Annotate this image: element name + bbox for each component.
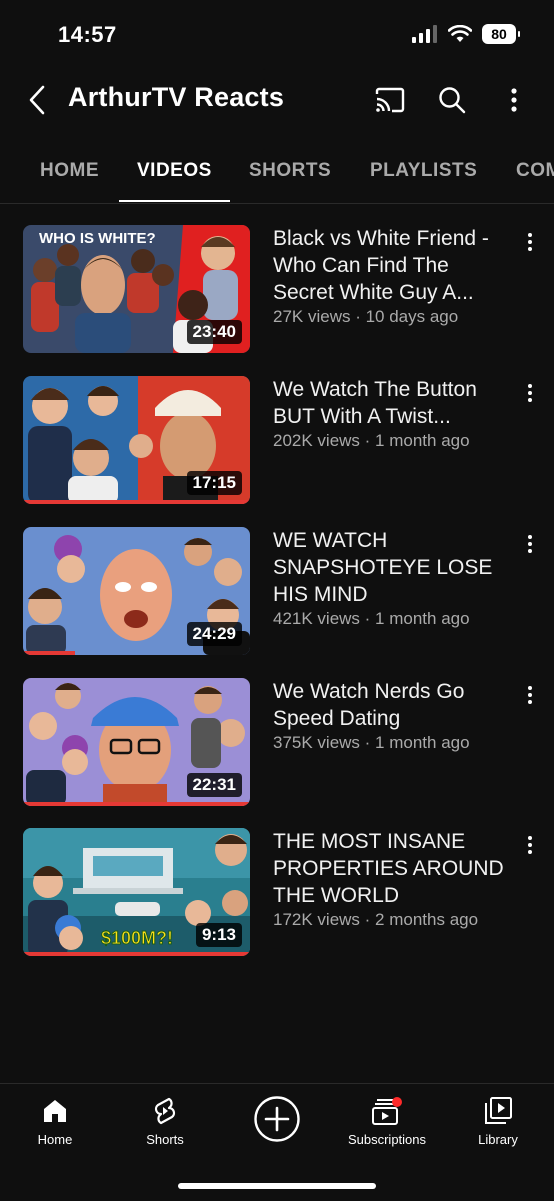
video-meta: 202K views · 1 month ago — [273, 431, 470, 450]
video-duration: 9:13 — [195, 923, 242, 947]
tab-playlists[interactable]: PLAYLISTS — [370, 145, 477, 202]
subscriptions-icon — [372, 1097, 402, 1125]
video-meta: 375K views · 1 month ago — [273, 733, 470, 752]
video-duration: 23:40 — [186, 320, 242, 344]
chevron-left-icon — [29, 85, 45, 115]
nav-label: Shorts — [146, 1132, 184, 1147]
video-duration: 24:29 — [186, 622, 242, 646]
wifi-icon — [448, 25, 472, 42]
library-icon — [485, 1097, 512, 1124]
video-duration: 22:31 — [186, 773, 242, 797]
watch-progress-bar — [23, 500, 250, 504]
video-more-button[interactable] — [520, 832, 540, 858]
watch-progress-bar — [23, 952, 250, 956]
video-item[interactable]: WHO IS WHITE? 23:40 Black vs White Frien… — [0, 225, 554, 353]
nav-label: Library — [478, 1132, 518, 1147]
video-meta: 172K views · 2 months ago — [273, 910, 479, 929]
video-more-button[interactable] — [520, 682, 540, 708]
video-title: We Watch The Button BUT With A Twist... — [273, 378, 477, 428]
video-title: Black vs White Friend - Who Can Find The… — [273, 227, 489, 304]
watch-progress-bar — [23, 802, 250, 806]
tab-shorts[interactable]: SHORTS — [249, 145, 331, 202]
cast-button[interactable] — [370, 80, 410, 120]
create-icon — [254, 1096, 300, 1142]
nav-shorts[interactable]: Shorts — [115, 1094, 215, 1147]
nav-create[interactable] — [227, 1094, 327, 1144]
more-vert-icon — [511, 88, 517, 112]
home-indicator — [178, 1183, 376, 1189]
status-time: 14:57 — [58, 22, 117, 47]
video-thumbnail[interactable]: WHO IS WHITE? 23:40 — [23, 225, 250, 353]
video-item[interactable]: 22:31 We Watch Nerds Go Speed Dating 375… — [0, 678, 554, 806]
video-duration: 17:15 — [186, 471, 242, 495]
thumbnail-caption: $100M?! — [101, 928, 173, 948]
shorts-icon — [154, 1097, 176, 1125]
nav-home[interactable]: Home — [5, 1094, 105, 1147]
cast-icon — [375, 87, 405, 113]
video-more-button[interactable] — [520, 229, 540, 255]
channel-tabs: HOME VIDEOS SHORTS PLAYLISTS COM — [0, 145, 554, 204]
nav-subscriptions[interactable]: Subscriptions — [337, 1094, 437, 1147]
video-text[interactable]: Black vs White Friend - Who Can Find The… — [273, 225, 513, 327]
tab-home[interactable]: HOME — [40, 145, 99, 202]
nav-label: Subscriptions — [347, 1132, 427, 1147]
signal-icon — [412, 25, 437, 43]
video-thumbnail[interactable]: $100M?! 9:13 — [23, 828, 250, 956]
video-meta: 27K views · 10 days ago — [273, 307, 459, 326]
back-button[interactable] — [22, 82, 52, 118]
search-icon — [439, 87, 466, 114]
video-item[interactable]: $100M?! 9:13 THE MOST INSANE PROPERTIES … — [0, 828, 554, 956]
status-bar: 14:57 80 — [0, 0, 554, 70]
video-text[interactable]: We Watch The Button BUT With A Twist... … — [273, 376, 513, 451]
search-button[interactable] — [432, 80, 472, 120]
battery-icon: 80 — [482, 24, 520, 44]
video-title: THE MOST INSANE PROPERTIES AROUND THE WO… — [273, 830, 504, 907]
video-meta: 421K views · 1 month ago — [273, 609, 470, 628]
nav-label: Home — [37, 1132, 73, 1147]
thumbnail-caption: WHO IS WHITE? — [39, 230, 156, 247]
more-options-button[interactable] — [494, 80, 534, 120]
bottom-nav: Home Shorts Subscriptions Library — [0, 1083, 554, 1201]
video-thumbnail[interactable]: 22:31 — [23, 678, 250, 806]
video-text[interactable]: WE WATCH SNAPSHOTEYE LOSE HIS MIND 421K … — [273, 527, 513, 629]
watch-progress-bar — [23, 651, 76, 655]
video-thumbnail[interactable]: 17:15 — [23, 376, 250, 504]
home-icon — [44, 1100, 66, 1122]
nav-library[interactable]: Library — [448, 1094, 548, 1147]
video-item[interactable]: 17:15 We Watch The Button BUT With A Twi… — [0, 376, 554, 504]
video-text[interactable]: We Watch Nerds Go Speed Dating 375K view… — [273, 678, 513, 753]
video-text[interactable]: THE MOST INSANE PROPERTIES AROUND THE WO… — [273, 828, 513, 930]
video-title: WE WATCH SNAPSHOTEYE LOSE HIS MIND — [273, 529, 493, 606]
channel-title: ArthurTV Reacts — [68, 82, 285, 112]
video-more-button[interactable] — [520, 531, 540, 557]
video-thumbnail[interactable]: 24:29 — [23, 527, 250, 655]
tab-community[interactable]: COM — [516, 145, 554, 202]
tab-videos[interactable]: VIDEOS — [119, 145, 230, 202]
status-icons: 80 — [412, 24, 520, 44]
video-title: We Watch Nerds Go Speed Dating — [273, 680, 465, 730]
video-more-button[interactable] — [520, 380, 540, 406]
video-item[interactable]: 24:29 WE WATCH SNAPSHOTEYE LOSE HIS MIND… — [0, 527, 554, 655]
app-header: ArthurTV Reacts — [0, 70, 554, 130]
